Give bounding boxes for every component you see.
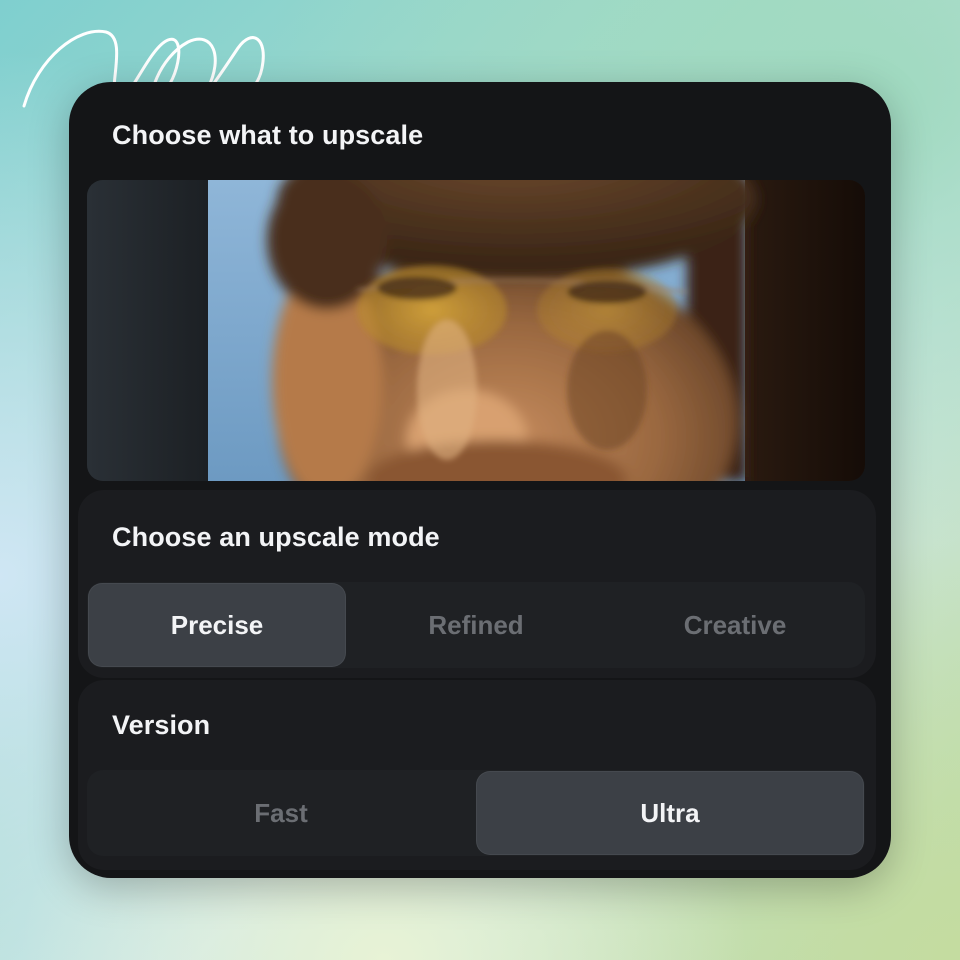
upscale-settings-panel: Choose what to upscale Choose an upscale… xyxy=(69,82,891,878)
upscale-mode-section: Choose an upscale mode Precise Refined C… xyxy=(78,490,876,678)
version-title: Version xyxy=(112,710,211,740)
mode-option-creative[interactable]: Creative xyxy=(606,583,864,667)
mode-option-precise[interactable]: Precise xyxy=(88,583,346,667)
version-option-ultra[interactable]: Ultra xyxy=(476,771,864,855)
version-section: Version Fast Ultra xyxy=(78,680,876,870)
version-selector: Fast Ultra xyxy=(87,770,865,856)
portrait-image xyxy=(87,180,865,481)
upscale-target-title: Choose what to upscale xyxy=(112,120,424,150)
image-preview[interactable] xyxy=(87,180,865,481)
mode-option-refined[interactable]: Refined xyxy=(347,583,605,667)
upscale-mode-selector: Precise Refined Creative xyxy=(87,582,865,668)
upscale-mode-title: Choose an upscale mode xyxy=(112,522,440,552)
version-option-fast[interactable]: Fast xyxy=(88,771,474,855)
